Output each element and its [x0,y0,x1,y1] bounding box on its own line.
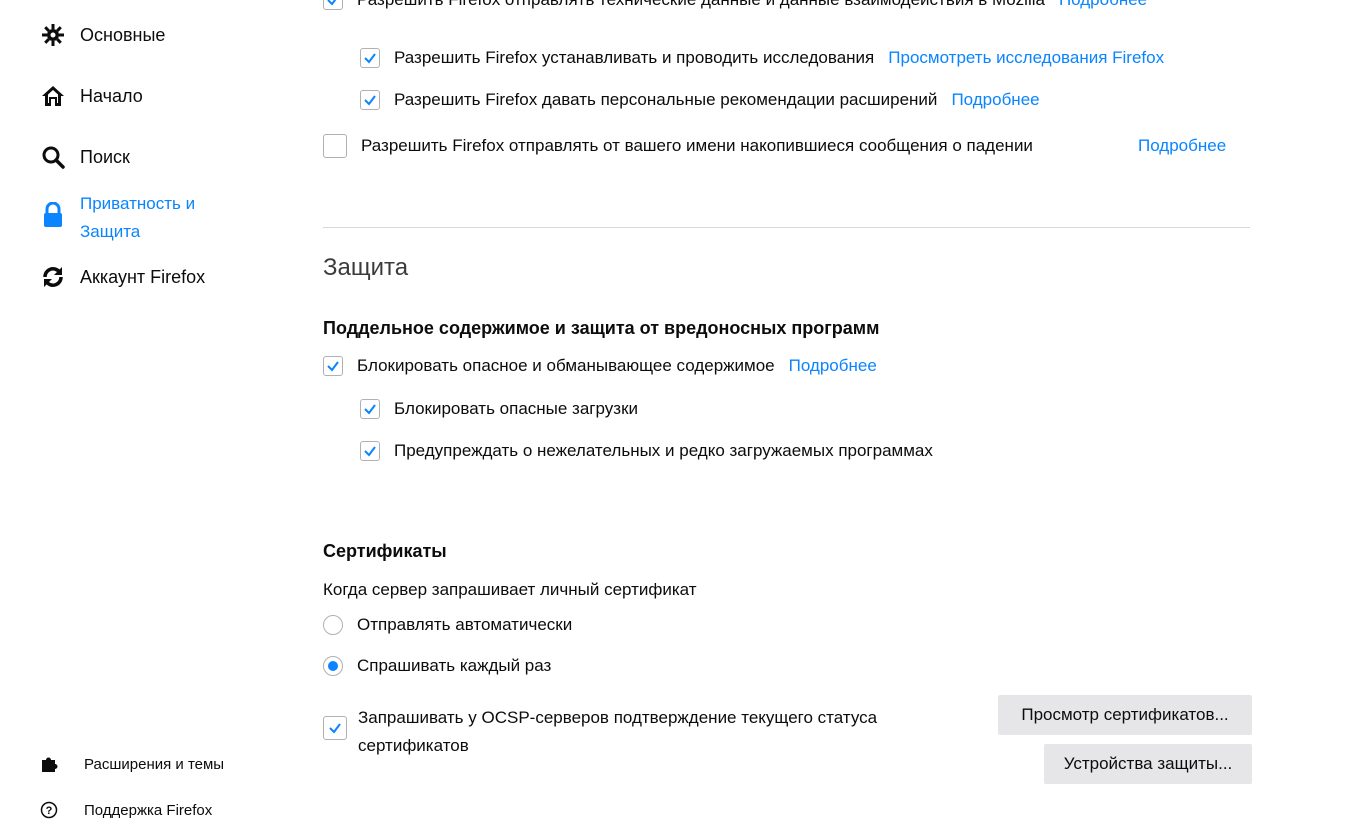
block-downloads-checkbox[interactable] [360,399,380,419]
crash-reports-label: Разрешить Firefox отправлять от вашего и… [361,136,1033,155]
block-downloads-label: Блокировать опасные загрузки [394,399,639,418]
certificates-prompt: Когда сервер запрашивает личный сертифик… [323,580,697,599]
cert-auto-radio[interactable] [323,615,343,635]
main-content: Разрешить Firefox отправлять технические… [0,0,1371,836]
ocsp-label: Запрашивать у OCSP-серверов подтверждени… [358,704,877,760]
block-dangerous-label: Блокировать опасное и обманывающее содер… [357,356,775,375]
telemetry-checkbox[interactable] [323,0,343,10]
ocsp-checkbox[interactable] [323,716,347,740]
cert-ask-radio[interactable] [323,656,343,676]
recommendations-learn-more-link[interactable]: Подробнее [951,90,1039,110]
crash-reports-checkbox[interactable] [323,134,347,158]
block-dangerous-row: Блокировать опасное и обманывающее содер… [323,356,877,376]
ocsp-label-line1: Запрашивать у OCSP-серверов подтверждени… [358,708,878,727]
cert-auto-row: Отправлять автоматически [323,615,572,635]
block-downloads-row: Блокировать опасные загрузки [360,399,638,419]
crash-reports-learn-more-link[interactable]: Подробнее [1138,136,1226,156]
block-dangerous-learn-more-link[interactable]: Подробнее [789,356,877,376]
recommendations-checkbox[interactable] [360,90,380,110]
recommendations-label: Разрешить Firefox давать персональные ре… [394,90,938,109]
recommendations-row: Разрешить Firefox давать персональные ре… [360,90,1040,110]
radio-selected-dot [328,661,338,671]
cert-auto-label: Отправлять автоматически [357,615,573,634]
security-devices-button[interactable]: Устройства защиты... [1044,744,1252,784]
block-dangerous-checkbox[interactable] [323,356,343,376]
telemetry-row: Разрешить Firefox отправлять технические… [323,0,1147,20]
studies-checkbox[interactable] [360,48,380,68]
telemetry-label: Разрешить Firefox отправлять технические… [357,0,1045,10]
telemetry-learn-more-link[interactable]: Подробнее [1059,0,1147,10]
studies-label: Разрешить Firefox устанавливать и провод… [394,48,875,67]
warn-unwanted-row: Предупреждать о нежелательных и редко за… [360,441,933,461]
security-section-title: Защита [323,254,409,281]
warn-unwanted-checkbox[interactable] [360,441,380,461]
crash-reports-row: Разрешить Firefox отправлять от вашего и… [323,134,1033,158]
view-certificates-button[interactable]: Просмотр сертификатов... [998,695,1252,735]
deceptive-content-heading: Поддельное содержимое и защита от вредон… [323,318,880,338]
cert-ask-label: Спрашивать каждый раз [357,656,552,675]
ocsp-label-line2: сертификатов [358,736,469,755]
cert-ask-row: Спрашивать каждый раз [323,656,551,676]
certificates-heading: Сертификаты [323,541,447,561]
warn-unwanted-label: Предупреждать о нежелательных и редко за… [394,441,933,460]
studies-row: Разрешить Firefox устанавливать и провод… [360,48,1164,68]
view-studies-link[interactable]: Просмотреть исследования Firefox [888,48,1164,68]
section-divider [323,227,1250,228]
